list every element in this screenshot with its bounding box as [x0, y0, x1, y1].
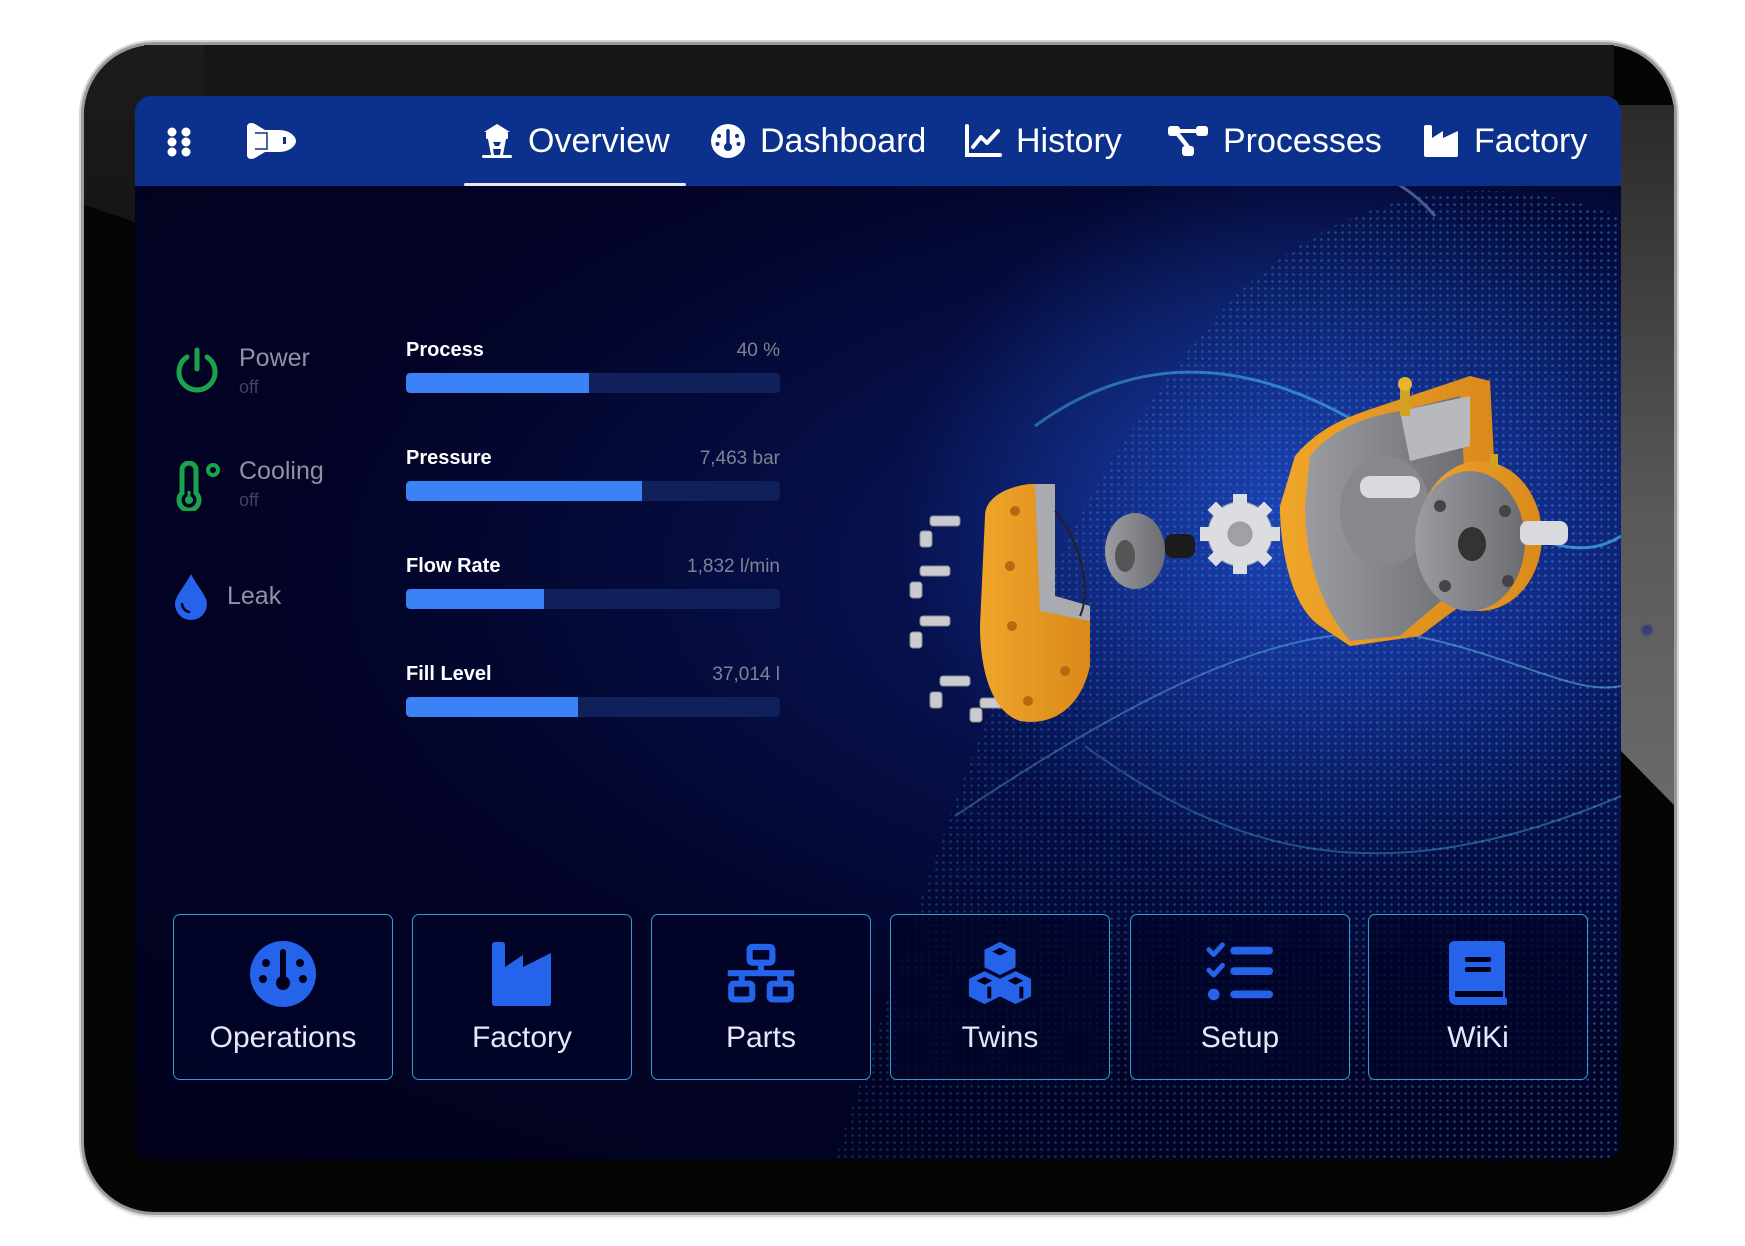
progress-track — [406, 589, 780, 609]
status-leak: Leak — [173, 572, 281, 620]
metric-label: Flow Rate — [406, 555, 501, 577]
tab-factory[interactable]: Factory — [1422, 96, 1587, 186]
tile-wiki-label: WiKi — [1447, 1021, 1509, 1054]
status-power-state: off — [239, 377, 259, 397]
tile-twins[interactable]: Twins — [890, 914, 1110, 1080]
status-power-title: Power — [239, 344, 310, 372]
cubes-icon — [968, 941, 1032, 1005]
progress-track — [406, 481, 780, 501]
gauge-icon — [250, 941, 316, 1007]
tile-factory[interactable]: Factory — [412, 914, 632, 1080]
metric-pressure: Pressure 7,463 bar — [406, 447, 780, 501]
tab-overview-label: Overview — [528, 121, 670, 160]
tab-factory-label: Factory — [1474, 121, 1588, 160]
tab-overview[interactable]: Overview — [464, 96, 686, 186]
status-cooling: Cooling off — [173, 457, 324, 511]
tile-parts-label: Parts — [725, 1021, 797, 1054]
factory-icon — [492, 942, 551, 1006]
tab-history-label: History — [1016, 121, 1122, 160]
tile-parts[interactable]: Parts — [651, 914, 871, 1080]
line-chart-icon — [965, 124, 1002, 157]
tab-processes-label: Processes — [1223, 121, 1382, 160]
metric-value: 7,463 bar — [699, 448, 780, 469]
tile-setup[interactable]: Setup — [1130, 914, 1350, 1080]
spaceship-logo-icon[interactable] — [243, 121, 298, 161]
factory-icon — [1424, 125, 1458, 157]
metric-process: Process 40 % — [406, 339, 780, 393]
metric-label: Fill Level — [406, 663, 492, 685]
power-icon — [176, 347, 218, 393]
thermometer-celsius-icon — [176, 461, 220, 511]
metric-label: Process — [406, 339, 484, 361]
tablet-bezel-side — [1619, 105, 1674, 805]
metric-value: 40 % — [736, 340, 780, 361]
gear-pump-exploded-image — [909, 376, 1568, 723]
progress-track — [406, 697, 780, 717]
tile-operations[interactable]: Operations — [173, 914, 393, 1080]
metric-flow-rate: Flow Rate 1,832 l/min — [406, 555, 780, 609]
progress-fill — [406, 373, 590, 393]
metric-value: 1,832 l/min — [687, 556, 780, 577]
metric-label: Pressure — [406, 447, 492, 469]
tile-operations-label: Operations — [209, 1021, 357, 1054]
tab-dashboard[interactable]: Dashboard — [710, 96, 926, 186]
watchtower-icon — [482, 124, 512, 158]
status-cooling-title: Cooling — [239, 457, 324, 485]
tab-processes[interactable]: Processes — [1167, 96, 1382, 186]
tab-dashboard-label: Dashboard — [760, 121, 927, 160]
gauge-icon — [711, 124, 745, 158]
app-screen: Overview Dashboard History Processes Fac… — [135, 96, 1621, 1159]
droplet-icon — [175, 574, 207, 620]
checklist-icon — [1206, 942, 1274, 1001]
grid-menu-icon[interactable] — [166, 127, 192, 157]
metric-fill-level: Fill Level 37,014 l — [406, 663, 780, 717]
tile-setup-label: Setup — [1200, 1021, 1280, 1054]
camera-icon — [1642, 625, 1652, 635]
tablet-bezel-top — [144, 45, 1614, 97]
tile-factory-label: Factory — [471, 1021, 573, 1054]
progress-fill — [406, 481, 642, 501]
network-hierarchy-icon — [727, 943, 795, 1003]
top-nav-bar: Overview Dashboard History Processes Fac… — [135, 96, 1621, 186]
metric-value: 37,014 l — [712, 664, 780, 685]
tab-history[interactable]: History — [964, 96, 1122, 186]
tile-wiki[interactable]: WiKi — [1368, 914, 1588, 1080]
status-cooling-state: off — [239, 490, 259, 510]
status-power: Power off — [173, 344, 310, 398]
status-leak-title: Leak — [227, 582, 282, 610]
process-nodes-icon — [1168, 126, 1208, 156]
progress-track — [406, 373, 780, 393]
book-icon — [1449, 941, 1507, 1005]
progress-fill — [406, 589, 545, 609]
progress-fill — [406, 697, 579, 717]
tile-twins-label: Twins — [961, 1021, 1039, 1054]
